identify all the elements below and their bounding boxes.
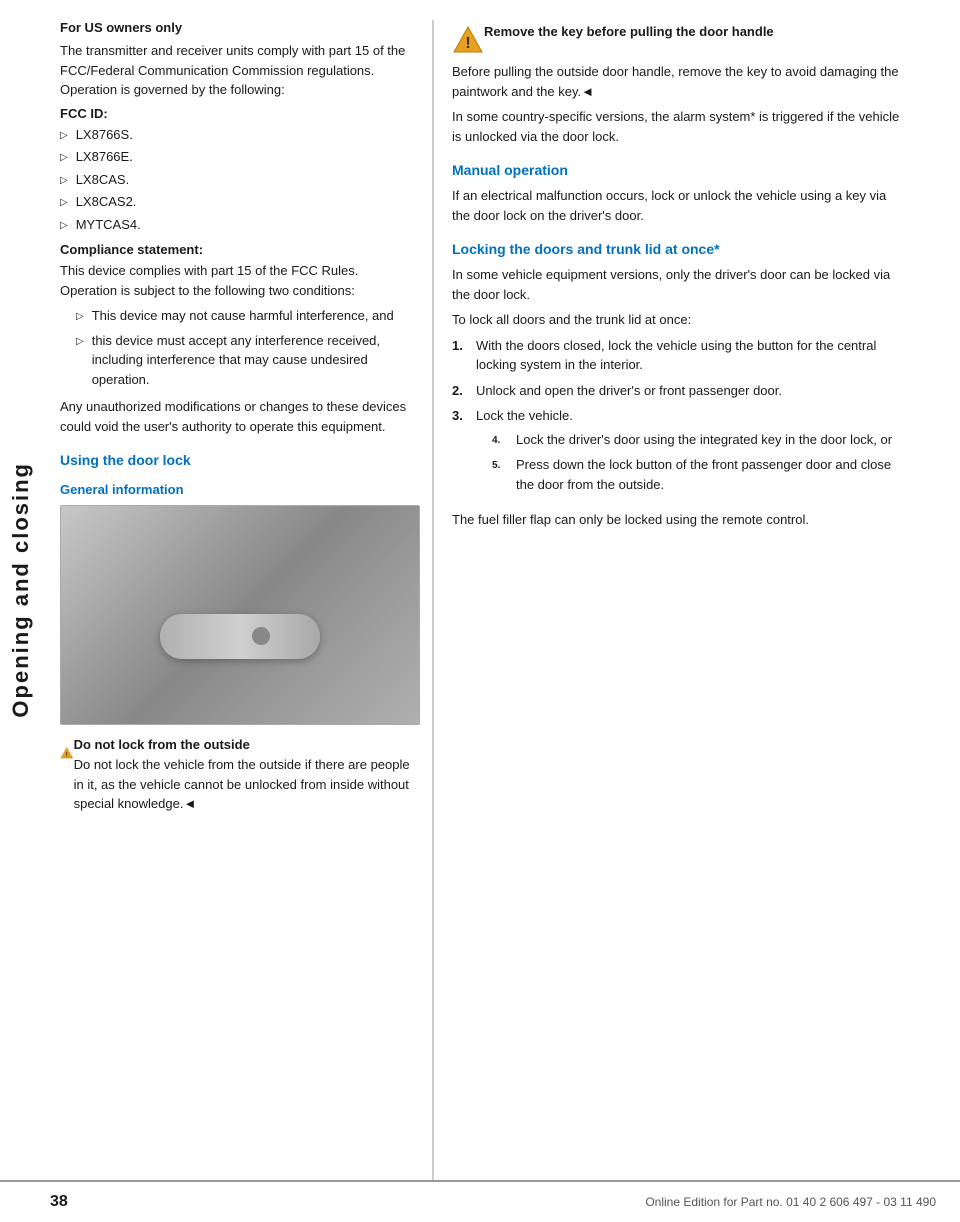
fcc-item-4: LX8CAS2. bbox=[60, 192, 414, 212]
locking-steps-list: With the doors closed, lock the vehicle … bbox=[452, 336, 904, 503]
door-image bbox=[60, 505, 420, 725]
using-door-lock-heading: Using the door lock bbox=[60, 452, 414, 468]
fcc-item-2: LX8766E. bbox=[60, 147, 414, 167]
step3-sub-item-2: Press down the lock button of the front … bbox=[492, 455, 904, 494]
warning-block-outside: ! Do not lock from the outside Do not lo… bbox=[60, 737, 414, 814]
fcc-label: FCC ID: bbox=[60, 106, 414, 121]
locking-intro-para: In some vehicle equipment versions, only… bbox=[452, 265, 904, 304]
manual-operation-para: If an electrical malfunction occurs, loc… bbox=[452, 186, 904, 225]
manual-operation-heading: Manual operation bbox=[452, 162, 904, 178]
locking-heading: Locking the doors and trunk lid at once* bbox=[452, 241, 904, 257]
footer: 38 Online Edition for Part no. 01 40 2 6… bbox=[0, 1180, 960, 1222]
step-2: Unlock and open the driver's or front pa… bbox=[452, 381, 904, 401]
warning-block-remove-key: ! Remove the key before pulling the door… bbox=[452, 24, 904, 56]
page-number: 38 bbox=[50, 1193, 68, 1211]
right-column: ! Remove the key before pulling the door… bbox=[432, 20, 922, 1180]
warning-remove-content: Remove the key before pulling the door h… bbox=[484, 24, 774, 42]
warning-icon-remove-key: ! bbox=[452, 24, 484, 56]
svg-text:!: ! bbox=[465, 35, 470, 52]
step-3: Lock the vehicle. Lock the driver's door… bbox=[452, 406, 904, 502]
door-handle-shape bbox=[160, 614, 320, 659]
fcc-item-5: MYTCAS4. bbox=[60, 215, 414, 235]
compliance-label: Compliance statement: bbox=[60, 242, 414, 257]
fcc-intro-para: The transmitter and receiver units compl… bbox=[60, 41, 414, 100]
warning-outside-content: Do not lock from the outside Do not lock… bbox=[74, 737, 414, 814]
warning-icon-outside: ! bbox=[60, 737, 74, 769]
fcc-item-3: LX8CAS. bbox=[60, 170, 414, 190]
compliance-item-1: This device may not cause harmful interf… bbox=[76, 306, 414, 326]
compliance-item-2: this device must accept any interference… bbox=[76, 331, 414, 390]
fcc-list: LX8766S. LX8766E. LX8CAS. LX8CAS2. MYTCA… bbox=[60, 125, 414, 235]
step3-sub-list: Lock the driver's door using the integra… bbox=[492, 430, 904, 495]
locking-steps-intro: To lock all doors and the trunk lid at o… bbox=[452, 310, 904, 330]
step-1: With the doors closed, lock the vehicle … bbox=[452, 336, 904, 375]
sidebar: Opening and closing bbox=[0, 0, 42, 1180]
general-info-heading: General information bbox=[60, 482, 414, 497]
fuel-filler-para: The fuel filler flap can only be locked … bbox=[452, 510, 904, 530]
unauthorized-para: Any unauthorized modifications or change… bbox=[60, 397, 414, 436]
compliance-para: This device complies with part 15 of the… bbox=[60, 261, 414, 300]
svg-text:!: ! bbox=[66, 751, 68, 758]
footer-info: Online Edition for Part no. 01 40 2 606 … bbox=[645, 1195, 936, 1209]
warning-remove-text: Before pulling the outside door handle, … bbox=[452, 62, 904, 101]
sidebar-label: Opening and closing bbox=[8, 462, 34, 718]
for-us-heading: For US owners only bbox=[60, 20, 414, 35]
warning-outside-title: Do not lock from the outside bbox=[74, 737, 414, 752]
fcc-item-1: LX8766S. bbox=[60, 125, 414, 145]
left-column: For US owners only The transmitter and r… bbox=[42, 20, 432, 1180]
step3-sub-item-1: Lock the driver's door using the integra… bbox=[492, 430, 904, 450]
door-handle-detail bbox=[252, 627, 270, 645]
country-specific-para: In some country-specific versions, the a… bbox=[452, 107, 904, 146]
main-content: For US owners only The transmitter and r… bbox=[42, 0, 960, 1180]
warning-remove-title: Remove the key before pulling the door h… bbox=[484, 24, 774, 39]
warning-outside-text: Do not lock the vehicle from the outside… bbox=[74, 755, 414, 814]
compliance-list: This device may not cause harmful interf… bbox=[76, 306, 414, 389]
